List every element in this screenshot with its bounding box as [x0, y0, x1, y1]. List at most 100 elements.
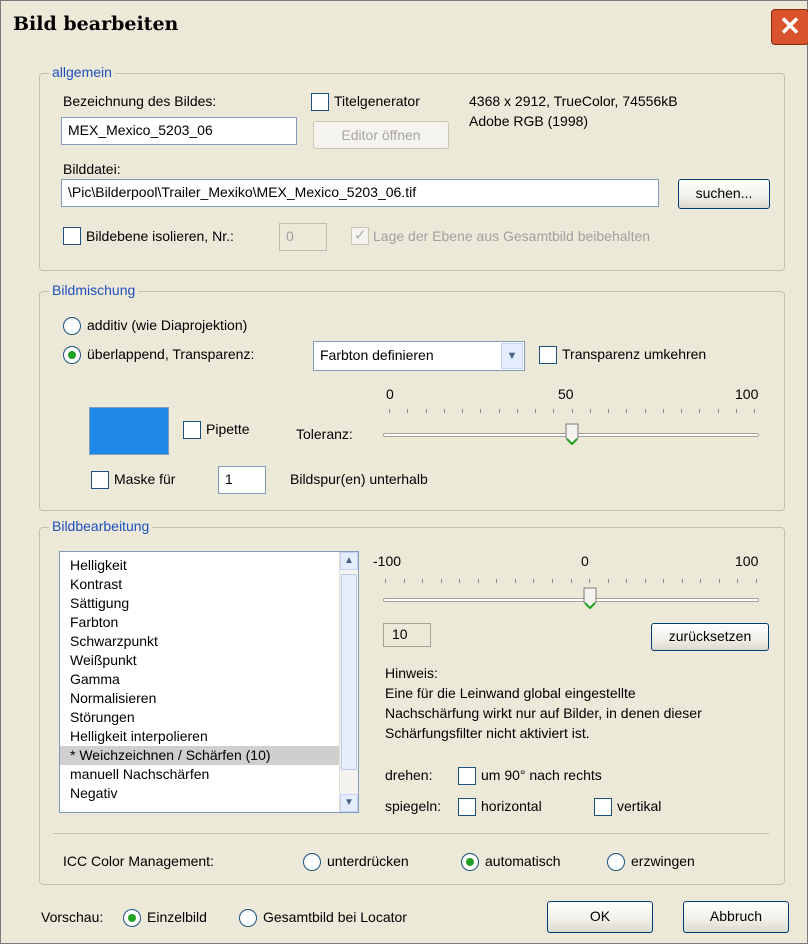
- keep-position-checkbox[interactable]: [351, 226, 369, 245]
- isolate-layer-label: Bildebene isolieren, Nr.:: [86, 228, 234, 244]
- filter-list[interactable]: Helligkeit Kontrast Sättigung Farbton Schwar…: [59, 551, 359, 813]
- additive-label: additiv (wie Diaprojektion): [87, 317, 248, 333]
- search-button[interactable]: suchen...: [678, 179, 770, 209]
- filter-list-item[interactable]: Sättigung: [60, 594, 358, 613]
- transparency-select[interactable]: Farbton definieren ▼: [313, 341, 525, 371]
- icc-label: ICC Color Management:: [63, 853, 214, 869]
- title-generator-checkbox[interactable]: [311, 93, 329, 111]
- edit-slider-min-label: -100: [373, 553, 402, 569]
- slider-tick: [663, 409, 664, 413]
- slider-tick: [404, 579, 405, 583]
- icc-suppress-radio[interactable]: [303, 853, 321, 871]
- slider-tick: [480, 409, 481, 413]
- slider-tick: [737, 579, 738, 583]
- section-divider: [53, 833, 769, 834]
- filter-list-item[interactable]: Störungen: [60, 708, 358, 727]
- title-bar[interactable]: Bild bearbeiten ✕: [1, 1, 808, 47]
- overlap-radio[interactable]: [63, 346, 81, 364]
- additive-radio[interactable]: [63, 317, 81, 335]
- scroll-up-icon[interactable]: ▲: [340, 552, 358, 570]
- layer-number-input[interactable]: 0: [279, 223, 327, 251]
- close-icon[interactable]: ✕: [771, 9, 808, 45]
- edit-slider-ticks: [385, 579, 757, 583]
- slider-tick: [699, 409, 700, 413]
- edit-slider-thumb[interactable]: [583, 587, 597, 609]
- chevron-down-icon[interactable]: ▼: [501, 343, 523, 369]
- hint-line2: Nachschärfung wirkt nur auf Bilder, in d…: [385, 705, 702, 721]
- slider-tick: [682, 579, 683, 583]
- icc-force-radio[interactable]: [607, 853, 625, 871]
- transparency-select-value: Farbton definieren: [320, 347, 434, 363]
- group-bildbearbeitung-legend: Bildbearbeitung: [49, 518, 153, 534]
- slider-tick: [459, 579, 460, 583]
- slider-tick: [571, 579, 572, 583]
- preview-total-radio[interactable]: [239, 909, 257, 927]
- icc-force-label: erzwingen: [631, 853, 695, 869]
- slider-tick: [626, 579, 627, 583]
- slider-tick: [407, 409, 408, 413]
- invert-transparency-checkbox[interactable]: [539, 346, 557, 364]
- filter-list-item[interactable]: * Weichzeichnen / Schärfen (10): [60, 746, 358, 765]
- slider-tick: [553, 409, 554, 413]
- filter-list-item[interactable]: Helligkeit interpolieren: [60, 727, 358, 746]
- image-file-input[interactable]: \Pic\Bilderpool\Trailer_Mexiko\MEX_Mexic…: [61, 179, 659, 207]
- filter-list-item[interactable]: Schwarzpunkt: [60, 632, 358, 651]
- filter-list-item[interactable]: Weißpunkt: [60, 651, 358, 670]
- mask-checkbox[interactable]: [91, 471, 109, 489]
- tolerance-slider-thumb[interactable]: [565, 423, 579, 445]
- filter-list-item[interactable]: Gamma: [60, 670, 358, 689]
- filter-list-item[interactable]: Negativ: [60, 784, 358, 803]
- rotate-option-label: um 90° nach rechts: [481, 767, 602, 783]
- filter-list-item[interactable]: Farbton: [60, 613, 358, 632]
- edit-value-display: 10: [383, 623, 431, 647]
- slider-tick: [515, 579, 516, 583]
- mirror-vertical-checkbox[interactable]: [594, 798, 612, 816]
- slider-tick: [718, 409, 719, 413]
- filter-list-item[interactable]: Helligkeit: [60, 556, 358, 575]
- slider-tick: [478, 579, 479, 583]
- tolerance-min-label: 0: [386, 386, 394, 402]
- mirror-horizontal-checkbox[interactable]: [458, 798, 476, 816]
- slider-tick: [756, 579, 757, 583]
- scroll-thumb[interactable]: [341, 574, 357, 770]
- image-name-input[interactable]: MEX_Mexico_5203_06: [61, 117, 297, 145]
- image-file-label: Bilddatei:: [63, 161, 121, 177]
- isolate-layer-checkbox[interactable]: [63, 227, 81, 245]
- mask-suffix-label: Bildspur(en) unterhalb: [290, 471, 428, 487]
- slider-tick: [517, 409, 518, 413]
- cancel-button[interactable]: Abbruch: [683, 901, 789, 933]
- slider-tick: [681, 409, 682, 413]
- color-swatch[interactable]: [89, 407, 169, 455]
- overlap-label: überlappend, Transparenz:: [87, 346, 255, 362]
- mirror-horizontal-label: horizontal: [481, 798, 542, 814]
- preview-total-label: Gesamtbild bei Locator: [263, 909, 407, 925]
- filter-list-item[interactable]: Normalisieren: [60, 689, 358, 708]
- filter-list-item[interactable]: manuell Nachschärfen: [60, 765, 358, 784]
- pipette-checkbox[interactable]: [183, 421, 201, 439]
- hint-line3: Schärfungsfilter nicht aktiviert ist.: [385, 725, 590, 741]
- slider-tick: [572, 409, 573, 413]
- mirror-label: spiegeln:: [385, 798, 442, 814]
- slider-tick: [736, 409, 737, 413]
- slider-tick: [608, 409, 609, 413]
- slider-tick: [444, 409, 445, 413]
- slider-tick: [496, 579, 497, 583]
- edit-slider-track[interactable]: [383, 598, 759, 602]
- reset-button[interactable]: zurücksetzen: [651, 623, 769, 651]
- scroll-down-icon[interactable]: ▼: [340, 794, 358, 812]
- filter-list-scrollbar[interactable]: ▲ ▼: [339, 552, 358, 812]
- slider-tick: [608, 579, 609, 583]
- mask-count-input[interactable]: 1: [218, 466, 266, 494]
- slider-tick: [626, 409, 627, 413]
- editor-open-button[interactable]: Editor öffnen: [313, 121, 449, 149]
- ok-button[interactable]: OK: [547, 901, 653, 933]
- edit-slider-mid-label: 0: [581, 553, 589, 569]
- slider-tick: [385, 579, 386, 583]
- rotate-checkbox[interactable]: [458, 767, 476, 785]
- slider-tick: [663, 579, 664, 583]
- filter-list-item[interactable]: Kontrast: [60, 575, 358, 594]
- tolerance-label: Toleranz:: [296, 426, 353, 442]
- icc-automatic-radio[interactable]: [461, 853, 479, 871]
- slider-tick: [422, 579, 423, 583]
- preview-single-radio[interactable]: [123, 909, 141, 927]
